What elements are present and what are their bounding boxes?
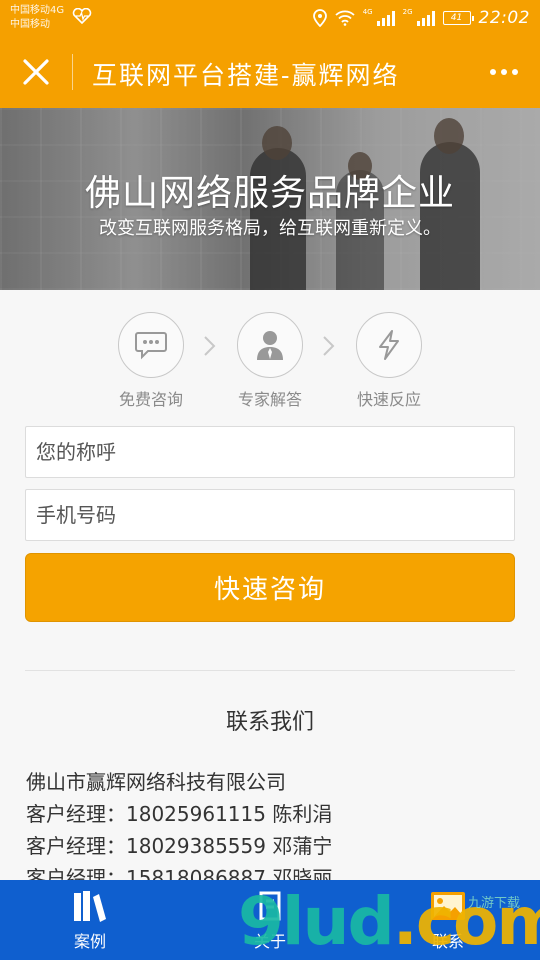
feature-row: 免费咨询 专家解答 快速反应 [0,312,540,412]
feature-circle [237,312,303,378]
carrier-1: 中国移动4G [10,5,65,16]
about-icon [250,888,290,924]
hero-banner: 佛山网络服务品牌企业 改变互联网服务格局，给互联网重新定义。 [0,108,540,290]
feature-fast-response: 快速反应 [329,312,449,410]
banner-title: 佛山网络服务品牌企业 [84,173,455,214]
wifi-icon [335,10,355,26]
status-time: 22:02 [478,8,530,28]
more-options-button[interactable] [484,60,524,84]
name-input[interactable] [25,426,515,478]
status-icons: 4G 2G 41 22:02 [312,6,530,30]
books-icon [70,888,110,924]
lightning-icon [379,330,399,360]
signal-1-label: 4G [362,8,373,16]
nav-item-about[interactable]: 关于 [210,888,330,952]
manager-line[interactable]: 客户经理：18029385559 邓蒲宁 [26,830,516,862]
feature-label: 快速反应 [356,390,421,409]
nav-label: 联系 [431,932,464,951]
title-bar: 互联网平台搭建-赢辉网络 [0,36,540,108]
signal-2-icon [416,10,435,26]
contact-info: 佛山市赢辉网络科技有限公司 客户经理：18025961115 陈利涓 客户经理：… [26,766,516,894]
banner-subtitle: 改变互联网服务格局，给互联网重新定义。 [99,218,441,239]
chat-icon [135,332,167,360]
image-icon [428,888,468,924]
battery-level: 41 [450,13,463,23]
battery-icon: 41 [442,11,474,25]
more-dot-icon [490,69,496,75]
close-button[interactable] [20,56,52,88]
feature-circle [118,312,184,378]
nav-label: 关于 [253,932,286,951]
more-dot-icon [512,69,518,75]
location-icon [312,9,327,27]
bottom-nav: 案例 关于 联系 [0,880,540,960]
more-dot-icon [501,69,507,75]
page-title: 互联网平台搭建-赢辉网络 [92,61,400,90]
signal-1-icon [376,10,395,26]
status-bar: 中国移动4G 中国移动 4G 2G 41 22:02 [0,0,540,36]
nav-item-contact[interactable]: 联系 [388,888,508,952]
feature-expert-answer: 专家解答 [210,312,330,410]
expert-icon [257,331,283,360]
signal-2-label: 2G [402,8,413,16]
manager-line[interactable]: 客户经理：18025961115 陈利涓 [26,798,516,830]
title-divider [72,54,73,90]
feature-label: 免费咨询 [118,390,183,409]
phone-input[interactable] [25,489,515,541]
feature-free-consult: 免费咨询 [91,312,211,410]
quick-consult-button[interactable]: 快速咨询 [25,553,515,622]
feature-circle [356,312,422,378]
contact-title: 联系我们 [225,710,314,735]
nav-item-cases[interactable]: 案例 [30,888,150,952]
section-divider [25,670,515,671]
health-heart-icon [72,8,92,24]
carrier-2: 中国移动 [10,19,50,30]
company-name: 佛山市赢辉网络科技有限公司 [26,770,286,794]
nav-label: 案例 [73,932,106,951]
carrier-info: 中国移动4G 中国移动 [10,4,64,32]
feature-label: 专家解答 [237,390,302,409]
close-icon [23,59,49,85]
